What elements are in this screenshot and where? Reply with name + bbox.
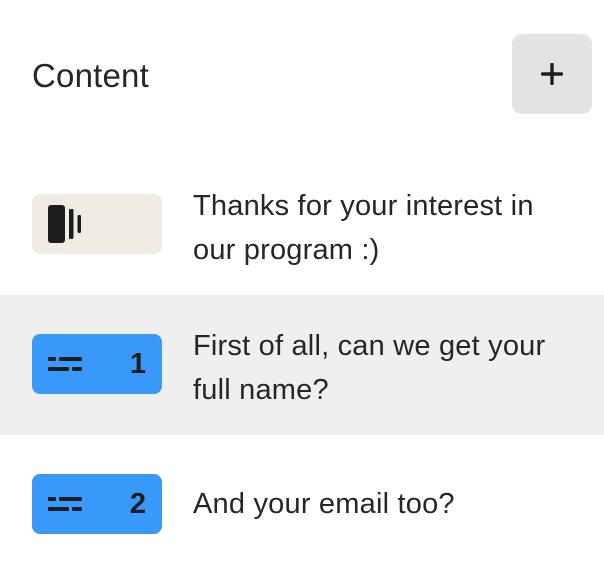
list-item-question-2[interactable]: 2 And your email too? [0, 435, 604, 572]
short-text-icon [48, 356, 82, 372]
plus-icon [541, 63, 563, 85]
welcome-screen-badge [32, 194, 162, 254]
question-number: 1 [129, 347, 146, 380]
item-question-text: And your email too? [193, 488, 455, 520]
short-text-icon [48, 496, 82, 512]
page-title: Content [32, 57, 149, 94]
list-item-question-1[interactable]: 1 First of all, can we get your full nam… [0, 295, 604, 435]
content-header: Content [0, 0, 604, 150]
welcome-screen-icon [48, 204, 84, 244]
content-list: Thanks for your interest in our program … [0, 155, 604, 572]
question-number: 2 [129, 487, 146, 520]
content-panel: Content Thanks for your interest in our … [0, 0, 604, 572]
short-text-badge: 2 [32, 474, 162, 534]
item-question-text: First of all, can we get your full name? [193, 330, 546, 406]
add-content-button[interactable] [512, 34, 592, 114]
list-item-welcome[interactable]: Thanks for your interest in our program … [0, 155, 604, 295]
short-text-badge: 1 [32, 334, 162, 394]
item-question-text: Thanks for your interest in our program … [193, 190, 534, 266]
